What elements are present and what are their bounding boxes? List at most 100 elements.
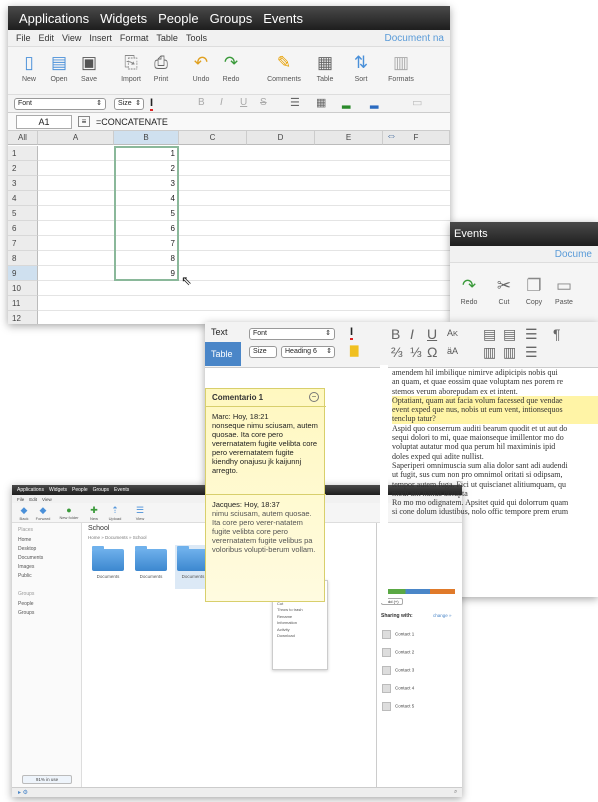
menu-tools[interactable]: Tools bbox=[186, 33, 207, 43]
italic-icon[interactable]: I bbox=[220, 97, 223, 108]
nav-groups[interactable]: Groups bbox=[210, 11, 253, 26]
cut-button[interactable]: ✂ Cut bbox=[490, 275, 518, 306]
contact-item[interactable]: Contact 4 bbox=[382, 684, 414, 693]
comments-button[interactable]: ✎ Comments bbox=[262, 52, 306, 83]
font-select[interactable]: Font ⇕ bbox=[249, 328, 335, 340]
row-header[interactable]: 11 bbox=[8, 296, 38, 311]
folder-item[interactable]: Documents bbox=[133, 545, 169, 589]
formula-input[interactable]: =CONCATENATE bbox=[96, 117, 168, 127]
comment-item[interactable]: Marc: Hoy, 18:21 nonseque nimu sciusam, … bbox=[212, 412, 320, 475]
row-header[interactable]: 4 bbox=[8, 191, 38, 206]
select-all-header[interactable]: All bbox=[8, 131, 38, 145]
new-folder-button[interactable]: ● New folder bbox=[56, 505, 82, 520]
merge-icon[interactable]: ▭ bbox=[412, 96, 422, 109]
nav-applications[interactable]: Applications bbox=[17, 487, 44, 493]
comment-item[interactable]: Jacques: Hoy, 18:37 nimu sciusam, autem … bbox=[212, 500, 320, 554]
text-color-icon[interactable]: I bbox=[150, 97, 154, 111]
row-header[interactable]: 1 bbox=[8, 146, 38, 161]
change-link[interactable]: change » bbox=[433, 613, 452, 618]
import-button[interactable]: ⎘ Import bbox=[114, 52, 148, 83]
undo-button[interactable]: ↶ Undo bbox=[184, 52, 218, 83]
nav-people[interactable]: People bbox=[158, 11, 198, 26]
italic-icon[interactable]: I bbox=[410, 326, 414, 342]
list-icon[interactable]: ☰ bbox=[525, 326, 538, 343]
row-header[interactable]: 10 bbox=[8, 281, 38, 296]
case-icon[interactable]: AK bbox=[447, 328, 458, 338]
borders-icon[interactable]: ▦ bbox=[316, 96, 326, 109]
row-header[interactable]: 8 bbox=[8, 251, 38, 266]
column-header-a[interactable]: A bbox=[38, 131, 114, 145]
size-select[interactable]: Size ⇕ bbox=[114, 98, 144, 110]
nav-events[interactable]: Events bbox=[114, 487, 129, 493]
fill-color-icon[interactable]: ▂ bbox=[342, 96, 350, 109]
folder-item[interactable]: Documents bbox=[90, 545, 126, 589]
tab-text[interactable]: Text bbox=[211, 327, 228, 337]
column-header-d[interactable]: D bbox=[247, 131, 315, 145]
row-header[interactable]: 7 bbox=[8, 236, 38, 251]
column-header-c[interactable]: C bbox=[179, 131, 247, 145]
menu-download[interactable]: Download bbox=[273, 633, 327, 640]
sidebar-item-people[interactable]: People bbox=[18, 601, 34, 607]
bold-icon[interactable]: B bbox=[391, 326, 400, 342]
subscript-icon[interactable]: ⅓ bbox=[410, 344, 422, 360]
breadcrumb[interactable]: Home » Documents » School bbox=[88, 535, 147, 540]
underline-icon[interactable]: U bbox=[240, 97, 247, 108]
sort-button[interactable]: ⇅ Sort bbox=[344, 52, 378, 83]
sidebar-item-images[interactable]: Images bbox=[18, 564, 34, 570]
menu-view[interactable]: View bbox=[62, 33, 81, 43]
formats-button[interactable]: ▥ Formats bbox=[384, 52, 418, 83]
upload-button[interactable]: ⇡ Upload bbox=[106, 505, 124, 521]
sidebar-item-desktop[interactable]: Desktop bbox=[18, 546, 36, 552]
sidebar-item-documents[interactable]: Documents bbox=[18, 555, 43, 561]
tab-table[interactable]: Table bbox=[205, 342, 241, 366]
superscript-icon[interactable]: ⅔ bbox=[391, 344, 403, 360]
menu-file[interactable]: File bbox=[17, 497, 24, 502]
contact-item[interactable]: Contact 2 bbox=[382, 648, 414, 657]
highlight-icon[interactable]: ▇ bbox=[350, 344, 358, 357]
copy-button[interactable]: ❐ Copy bbox=[520, 275, 548, 306]
row-header[interactable]: 3 bbox=[8, 176, 38, 191]
strikethrough-icon[interactable]: S bbox=[260, 97, 267, 108]
nav-applications[interactable]: Applications bbox=[19, 11, 89, 26]
save-button[interactable]: ▣ Save bbox=[72, 52, 106, 83]
align-left-icon[interactable]: ▤ bbox=[483, 326, 496, 343]
settings-icon[interactable]: ▸ ⚙ bbox=[18, 789, 28, 796]
underline-icon[interactable]: U bbox=[427, 326, 437, 342]
view-button[interactable]: ☰ View bbox=[132, 505, 148, 521]
outdent-icon[interactable]: ▥ bbox=[503, 344, 516, 361]
table-button[interactable]: ▦ Table bbox=[308, 52, 342, 83]
nav-events[interactable]: Events bbox=[454, 228, 488, 240]
new-button[interactable]: ▯ New bbox=[12, 52, 46, 83]
print-button[interactable]: ⎙ Print bbox=[144, 52, 178, 83]
nav-widgets[interactable]: Widgets bbox=[100, 11, 147, 26]
nav-people[interactable]: People bbox=[72, 487, 88, 493]
text-color-icon[interactable]: I bbox=[350, 326, 354, 340]
contact-item[interactable]: Contact 3 bbox=[382, 666, 414, 675]
nav-widgets[interactable]: Widgets bbox=[49, 487, 67, 493]
special-char-icon[interactable]: Ω bbox=[427, 344, 437, 360]
menu-edit[interactable]: Edit bbox=[29, 497, 37, 502]
size-select[interactable]: Size bbox=[249, 346, 277, 358]
back-button[interactable]: ◆ Back bbox=[16, 505, 32, 521]
row-header[interactable]: 12 bbox=[8, 311, 38, 324]
sidebar-item-home[interactable]: Home bbox=[18, 537, 31, 543]
menu-edit[interactable]: Edit bbox=[39, 33, 55, 43]
open-button[interactable]: ▤ Open bbox=[42, 52, 76, 83]
document-body[interactable]: amendem hil imbilique nimirve adipicipis… bbox=[392, 368, 598, 517]
row-header[interactable]: 5 bbox=[8, 206, 38, 221]
font-select[interactable]: Font ⇕ bbox=[14, 98, 106, 110]
nav-events[interactable]: Events bbox=[263, 11, 303, 26]
contact-item[interactable]: Contact 1 bbox=[382, 630, 414, 639]
menu-table[interactable]: Table bbox=[156, 33, 178, 43]
menu-file[interactable]: File bbox=[16, 33, 31, 43]
cell-reference[interactable]: A1 bbox=[16, 115, 72, 129]
redo-button[interactable]: ↷ Redo bbox=[452, 275, 486, 306]
menu-insert[interactable]: Insert bbox=[89, 33, 112, 43]
paragraph-icon[interactable]: ¶ bbox=[553, 326, 561, 342]
nav-groups[interactable]: Groups bbox=[93, 487, 109, 493]
align-right-icon[interactable]: ▤ bbox=[503, 326, 516, 343]
row-header[interactable]: 9 bbox=[8, 266, 38, 281]
redo-button[interactable]: ↷ Redo bbox=[214, 52, 248, 83]
new-button[interactable]: ✚ New bbox=[86, 505, 102, 521]
sidebar-item-groups[interactable]: Groups bbox=[18, 610, 34, 616]
